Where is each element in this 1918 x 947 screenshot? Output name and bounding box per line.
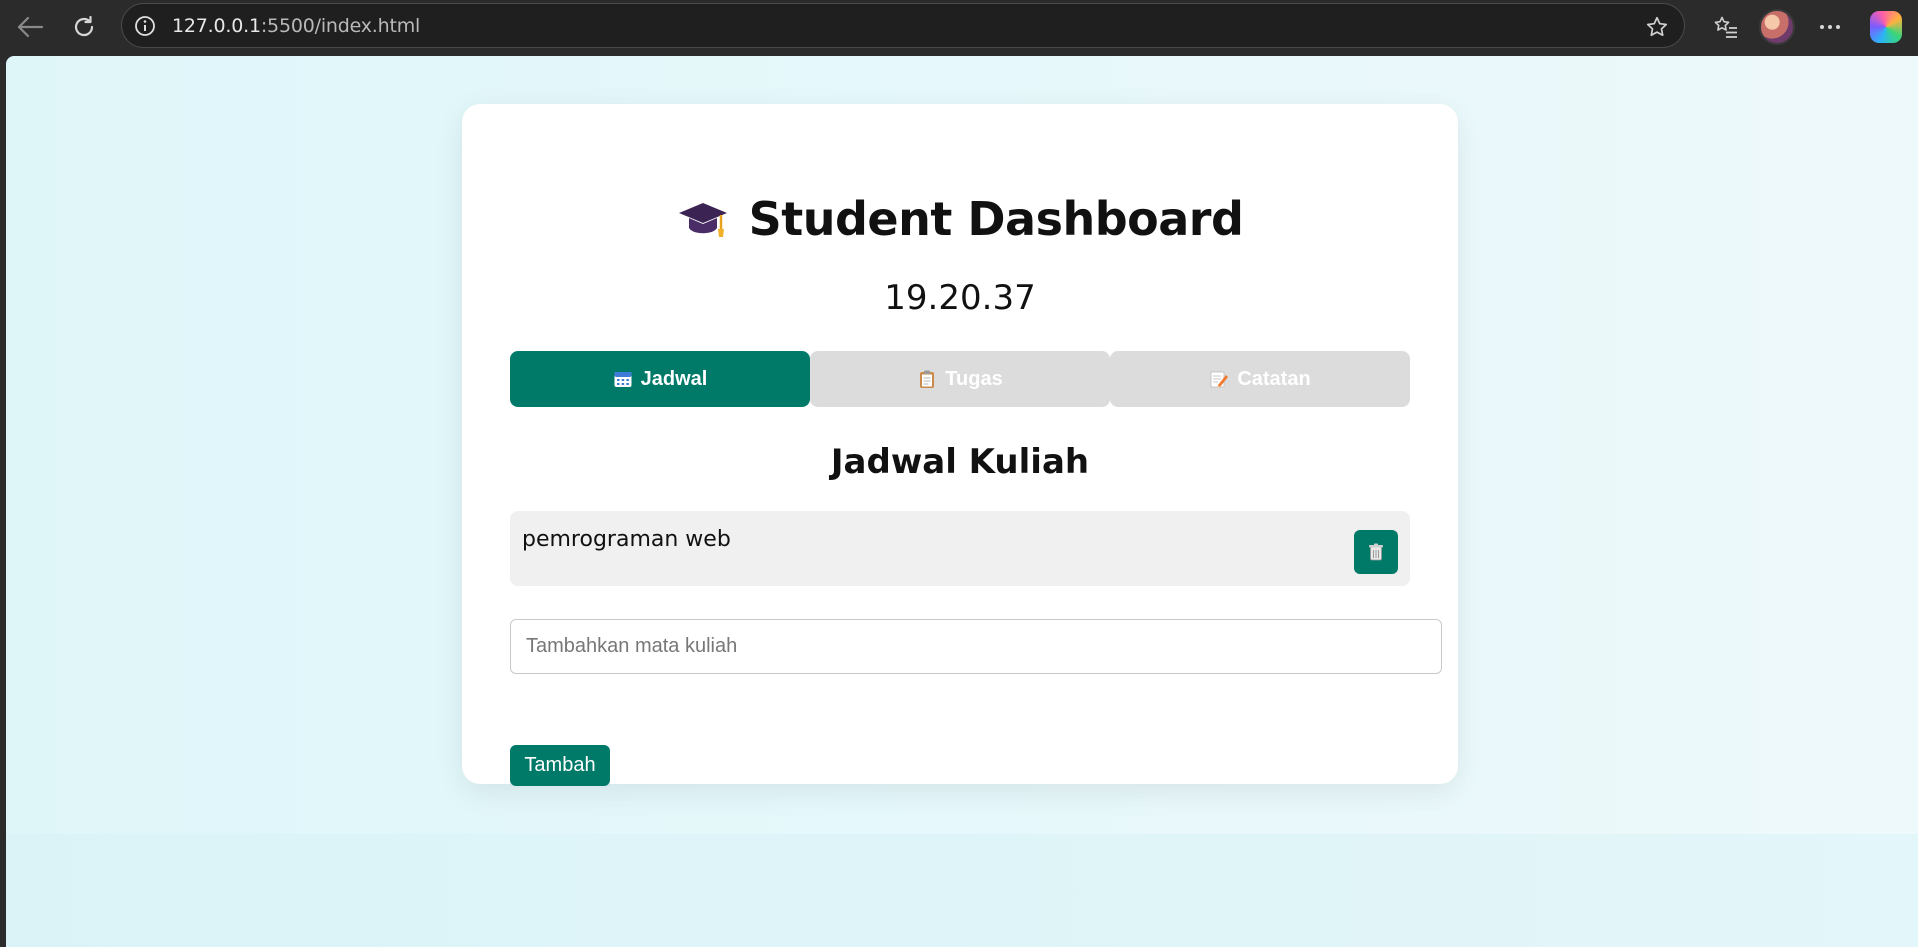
- delete-button[interactable]: [1354, 530, 1398, 574]
- page-viewport: Student Dashboard 19.20.37 Jadwal Tugas …: [6, 56, 1918, 947]
- tab-bar: Jadwal Tugas Catatan: [510, 351, 1410, 407]
- section-title: Jadwal Kuliah: [830, 442, 1090, 482]
- page-title: Student Dashboard: [748, 192, 1244, 246]
- refresh-button[interactable]: [66, 10, 102, 44]
- avatar: [1759, 9, 1795, 45]
- tab-tugas[interactable]: Tugas: [810, 351, 1110, 407]
- list-item-text: pemrograman web: [522, 527, 731, 552]
- add-button[interactable]: Tambah: [510, 745, 610, 786]
- dashboard-card: Student Dashboard 19.20.37 Jadwal Tugas …: [462, 104, 1458, 786]
- tab-jadwal[interactable]: Jadwal: [510, 351, 810, 407]
- list-item: pemrograman web: [510, 511, 1410, 586]
- clipboard-icon: [920, 370, 935, 388]
- tab-label: Jadwal: [640, 367, 708, 390]
- back-button[interactable]: [12, 10, 48, 44]
- more-options-button[interactable]: [1812, 10, 1848, 44]
- tab-catatan[interactable]: Catatan: [1110, 351, 1410, 407]
- profile-button[interactable]: [1758, 9, 1796, 45]
- browser-toolbar: 127.0.0.1:5500/index.html: [0, 0, 1918, 56]
- copilot-icon: [1870, 11, 1902, 43]
- clock-display: 19.20.37: [884, 278, 1036, 318]
- url-path: :5500/index.html: [260, 15, 421, 37]
- trash-icon: [1369, 543, 1383, 561]
- favorites-list-icon: [1714, 16, 1737, 38]
- favorites-button[interactable]: [1708, 10, 1744, 44]
- page-lower-band: [6, 834, 1918, 947]
- url-text: 127.0.0.1:5500/index.html: [172, 15, 420, 37]
- graduation-cap-icon: [678, 203, 727, 237]
- address-bar[interactable]: 127.0.0.1:5500/index.html: [121, 3, 1685, 48]
- memo-icon: [1210, 371, 1229, 388]
- favorite-star-button[interactable]: [1644, 14, 1670, 40]
- ellipsis-icon: [1820, 25, 1840, 29]
- star-icon: [1646, 16, 1668, 37]
- tab-label: Catatan: [1237, 367, 1311, 390]
- site-info-icon[interactable]: [134, 15, 156, 37]
- course-input[interactable]: [510, 619, 1442, 674]
- copilot-button[interactable]: [1868, 10, 1904, 44]
- title-row: Student Dashboard: [462, 192, 1458, 246]
- refresh-icon: [74, 15, 94, 37]
- calendar-icon: [614, 372, 632, 387]
- arrow-left-icon: [17, 16, 44, 38]
- tab-label: Tugas: [945, 367, 1003, 390]
- url-host: 127.0.0.1: [172, 15, 261, 37]
